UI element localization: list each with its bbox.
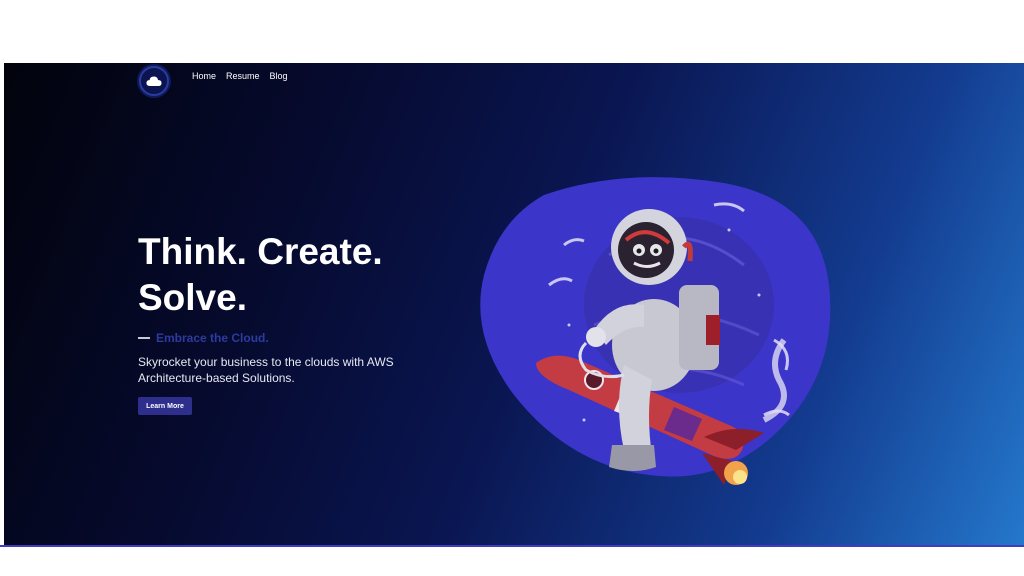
headline-line-2: Solve.	[138, 277, 247, 318]
cloud-icon	[146, 76, 162, 86]
site-logo[interactable]	[139, 66, 169, 96]
hero-tagline: Embrace the Cloud.	[138, 331, 269, 345]
nav-resume-link[interactable]: Resume	[226, 71, 260, 81]
astronaut-rocket-icon	[480, 177, 831, 485]
nav-blog-link[interactable]: Blog	[270, 71, 288, 81]
headline-line-1: Think. Create.	[138, 231, 383, 272]
hero-section: Home Resume Blog Think. Create. Solve. E…	[4, 63, 1024, 546]
main-nav: Home Resume Blog	[192, 71, 288, 81]
learn-more-button[interactable]: Learn More	[138, 397, 192, 415]
nav-home-link[interactable]: Home	[192, 71, 216, 81]
tagline-dash	[138, 337, 150, 339]
hero-description: Skyrocket your business to the clouds wi…	[138, 355, 394, 385]
tagline-text: Embrace the Cloud.	[156, 331, 269, 345]
top-margin	[0, 0, 1024, 63]
bottom-margin	[0, 547, 1024, 576]
hero-headline: Think. Create. Solve.	[138, 229, 438, 321]
